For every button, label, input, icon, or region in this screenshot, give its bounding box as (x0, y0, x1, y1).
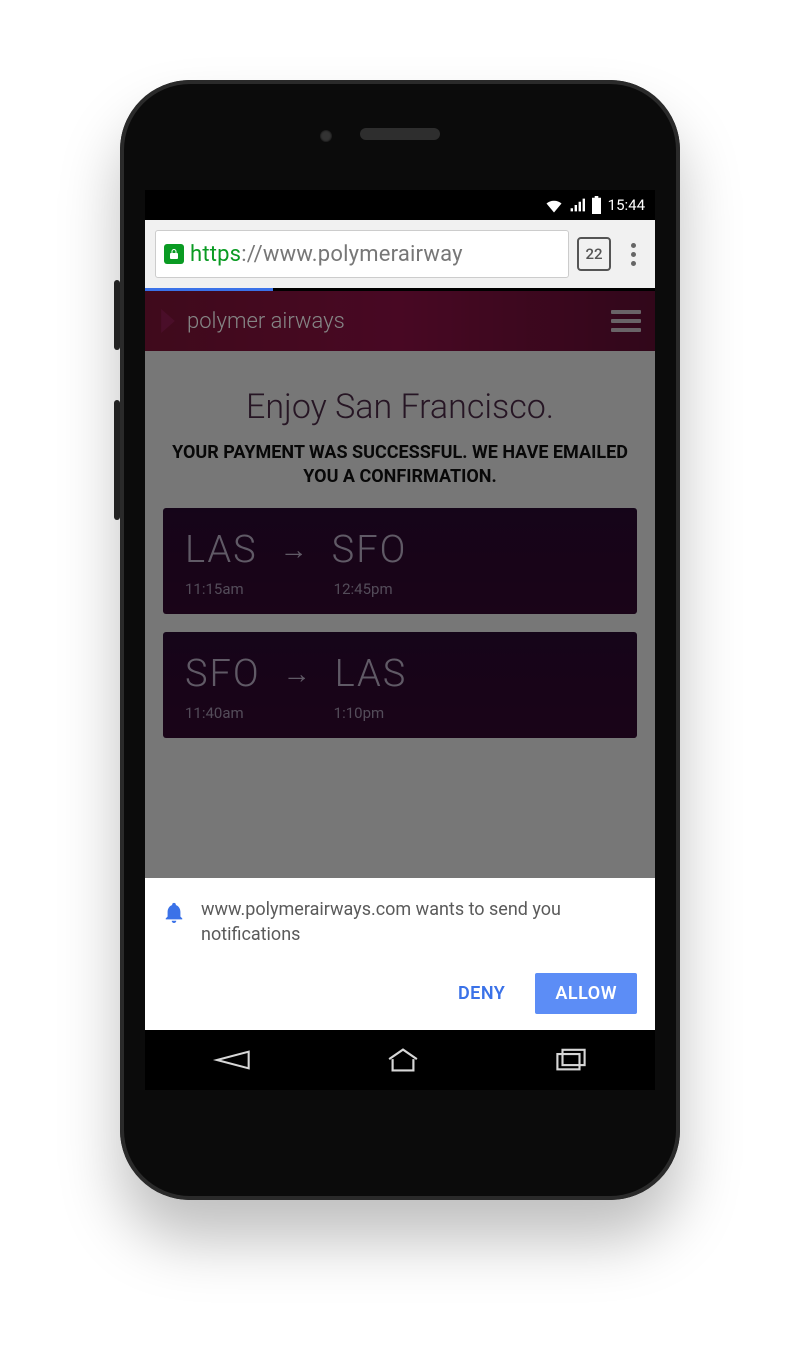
browser-toolbar: https://www.polymerairway 22 (145, 220, 655, 288)
brand-logo-icon (159, 309, 177, 333)
flight-arrive-time: 12:45pm (334, 580, 393, 598)
url-host: www.polymerairway (263, 242, 463, 267)
earpiece (360, 128, 440, 140)
flight-depart-time: 11:15am (185, 580, 244, 598)
confirmation-text: YOUR PAYMENT WAS SUCCESSFUL. WE HAVE EMA… (163, 441, 637, 508)
url-separator: :// (241, 242, 263, 267)
wifi-icon (545, 197, 563, 213)
url-bar[interactable]: https://www.polymerairway (155, 230, 569, 278)
tab-count: 22 (585, 245, 602, 263)
flight-from: LAS (185, 528, 258, 572)
bell-icon (163, 900, 185, 947)
screen: 15:44 https://www.polymerairway 22 (145, 190, 655, 1090)
deny-button[interactable]: DENY (458, 983, 505, 1004)
front-camera (320, 130, 332, 142)
flight-from: SFO (185, 652, 261, 696)
back-icon[interactable] (212, 1048, 252, 1072)
overflow-menu-icon[interactable] (619, 243, 647, 266)
power-button (114, 280, 120, 350)
page-headline: Enjoy San Francisco. (163, 387, 637, 427)
site-brand[interactable]: polymer airways (159, 309, 345, 334)
flight-card[interactable]: SFO → LAS 11:40am 1:10pm (163, 632, 637, 738)
arrow-right-icon: → (283, 657, 313, 690)
recents-icon[interactable] (554, 1047, 588, 1073)
flight-to: SFO (332, 528, 408, 572)
status-time: 15:44 (608, 196, 645, 214)
tabs-button[interactable]: 22 (577, 237, 611, 271)
site-brand-text: polymer airways (187, 309, 345, 334)
hamburger-menu-icon[interactable] (611, 310, 641, 332)
volume-button (114, 400, 120, 520)
status-bar: 15:44 (145, 190, 655, 220)
allow-button[interactable]: ALLOW (535, 973, 637, 1014)
flight-card[interactable]: LAS → SFO 11:15am 12:45pm (163, 508, 637, 614)
flight-depart-time: 11:40am (185, 704, 244, 722)
lock-icon (164, 244, 184, 264)
signal-icon (569, 197, 585, 213)
notification-permission-prompt: www.polymerairways.com wants to send you… (145, 878, 655, 1030)
android-nav-bar (145, 1030, 655, 1090)
battery-icon (591, 196, 602, 214)
phone-frame: 15:44 https://www.polymerairway 22 (120, 80, 680, 1200)
arrow-right-icon: → (280, 533, 310, 566)
url-protocol: https (190, 242, 241, 267)
home-icon[interactable] (385, 1047, 421, 1073)
flight-to: LAS (335, 652, 408, 696)
site-app-bar: polymer airways (145, 291, 655, 351)
prompt-text: www.polymerairways.com wants to send you… (201, 898, 637, 947)
flight-arrive-time: 1:10pm (334, 704, 385, 722)
